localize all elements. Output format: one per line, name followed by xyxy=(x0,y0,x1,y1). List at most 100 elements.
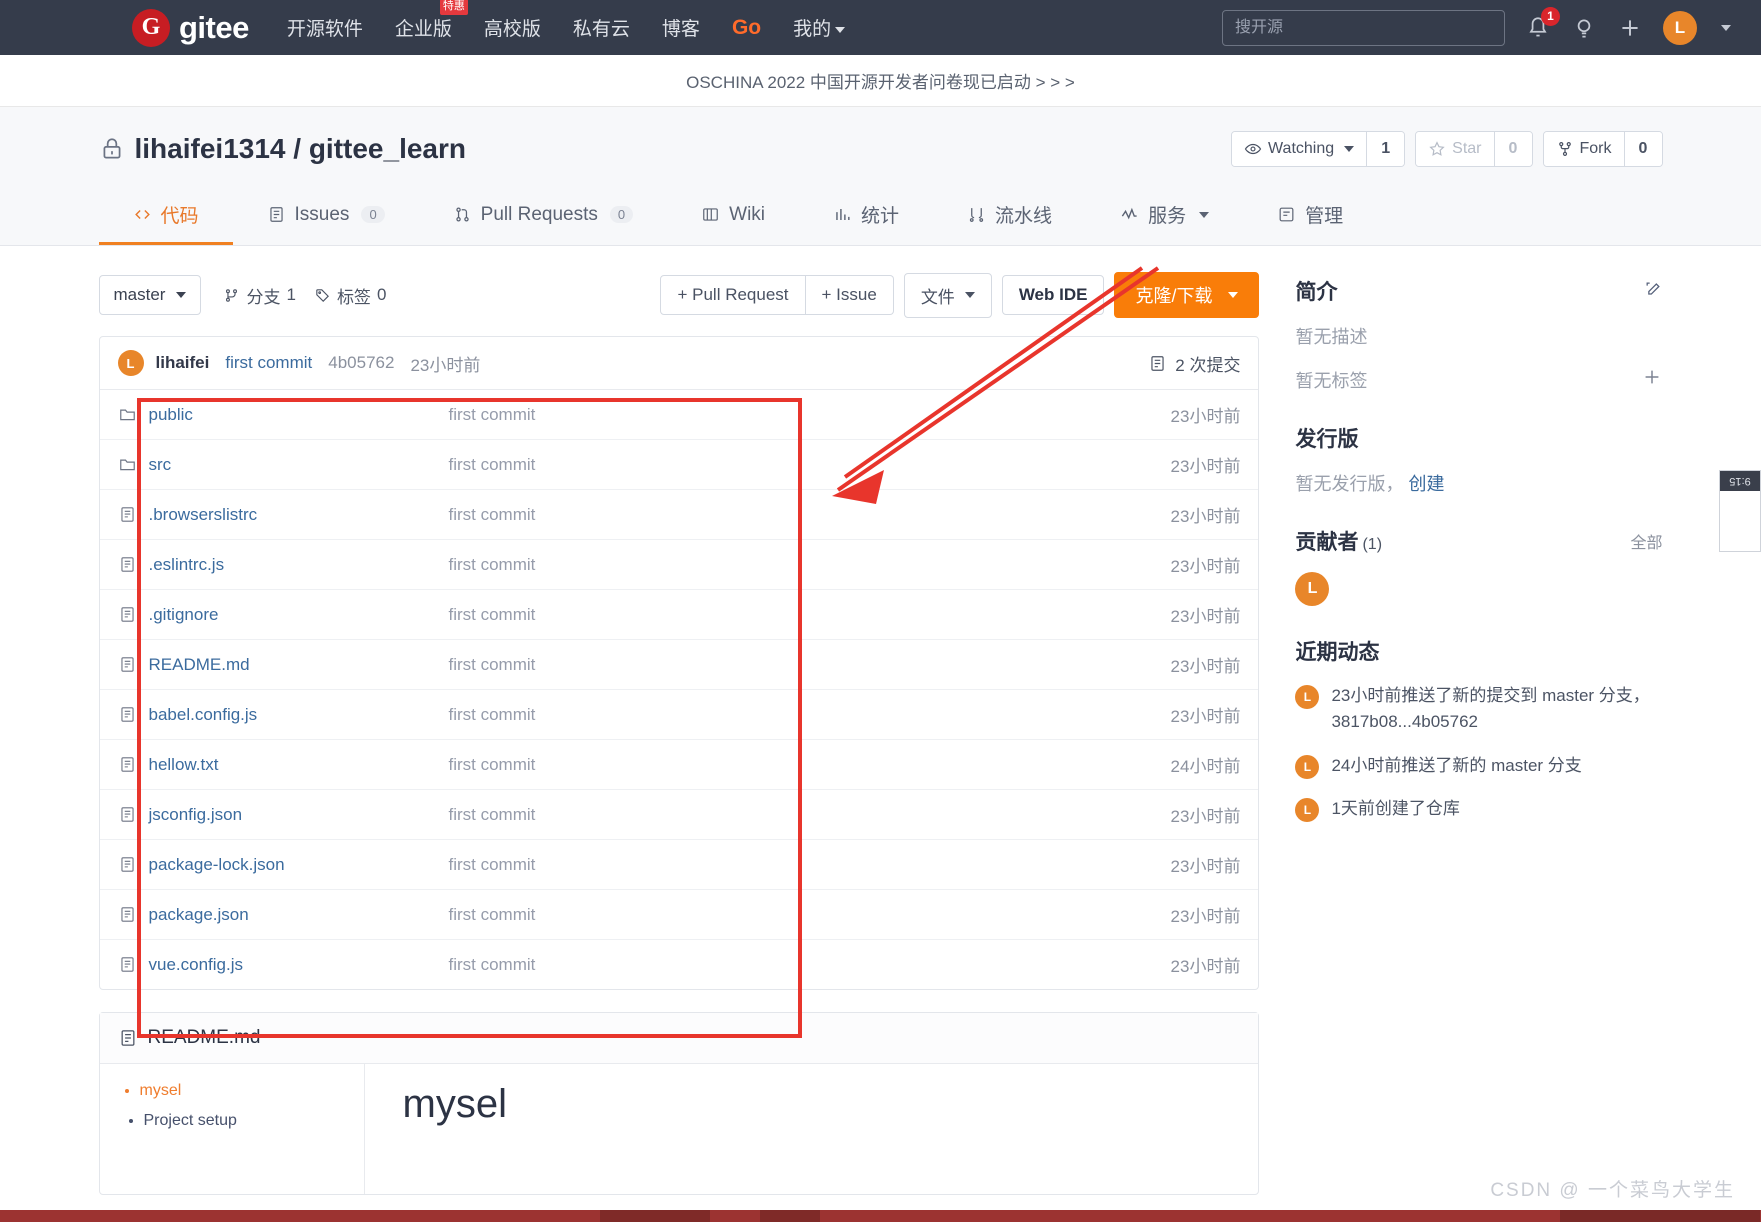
create-release-link[interactable]: 创建 xyxy=(1408,474,1444,494)
file-commit-message[interactable]: first commit xyxy=(449,805,1121,825)
tab-statistics[interactable]: 统计 xyxy=(799,189,933,245)
branch-tag-stats: 分支 1 标签 0 xyxy=(223,283,386,308)
table-row: .gitignore first commit 23小时前 xyxy=(99,590,1259,640)
tab-pull-requests[interactable]: Pull Requests 0 xyxy=(419,189,667,245)
promo-banner[interactable]: OSCHINA 2022 中国开源开发者问卷现已启动 > > > xyxy=(0,55,1761,107)
activity-avatar[interactable]: L xyxy=(1295,754,1320,779)
file-modified-time: 23小时前 xyxy=(1170,607,1241,626)
file-name-link[interactable]: src xyxy=(149,455,449,475)
taskbar-item[interactable] xyxy=(600,1210,710,1222)
no-tags-text: 暂无标签 xyxy=(1295,370,1368,391)
activity-avatar[interactable]: L xyxy=(1295,798,1320,823)
fork-button[interactable]: Fork xyxy=(1543,132,1624,166)
files-dropdown-button[interactable]: 文件 xyxy=(903,272,992,318)
table-row: .eslintrc.js first commit 23小时前 xyxy=(99,540,1259,590)
taskbar-item[interactable] xyxy=(760,1210,820,1222)
commit-history-link[interactable]: 2 次提交 xyxy=(1148,351,1240,376)
add-tag-icon[interactable] xyxy=(1641,366,1663,393)
floating-preview-widget[interactable]: 9:15 xyxy=(1719,470,1761,552)
chevron-down-icon xyxy=(964,292,975,298)
tab-count: 0 xyxy=(609,206,634,223)
file-name-link[interactable]: hellow.txt xyxy=(149,755,449,775)
branch-selector[interactable]: master xyxy=(98,275,202,315)
intro-title: 简介 xyxy=(1295,281,1338,304)
file-commit-message[interactable]: first commit xyxy=(449,405,1121,425)
fork-count[interactable]: 0 xyxy=(1623,132,1662,166)
user-avatar[interactable]: L xyxy=(1663,10,1697,45)
star-button[interactable]: Star xyxy=(1416,132,1494,166)
new-pull-request-button[interactable]: + Pull Request xyxy=(660,275,806,315)
web-ide-button[interactable]: Web IDE xyxy=(1001,275,1105,315)
notifications-button[interactable]: 1 xyxy=(1525,6,1560,41)
folder-icon xyxy=(118,405,137,424)
nav-link-go[interactable]: Go xyxy=(732,16,761,40)
file-name-link[interactable]: .gitignore xyxy=(149,605,449,625)
gitee-logo-text: gitee xyxy=(179,9,249,45)
latest-commit-bar: L lihaifei first commit 4b05762 23小时前 2 … xyxy=(99,337,1259,390)
file-commit-message[interactable]: first commit xyxy=(449,755,1121,775)
activity-avatar[interactable]: L xyxy=(1295,685,1320,709)
tab-pipeline[interactable]: 流水线 xyxy=(933,189,1086,245)
repo-name[interactable]: gittee_learn xyxy=(309,133,466,164)
tab-label: Pull Requests xyxy=(480,203,598,225)
edit-intro-icon[interactable] xyxy=(1643,279,1663,304)
watch-count[interactable]: 1 xyxy=(1366,132,1405,166)
branches-link[interactable]: 分支 1 xyxy=(223,283,296,308)
nav-link-opensource[interactable]: 开源软件 xyxy=(287,14,363,41)
file-commit-message[interactable]: first commit xyxy=(449,705,1121,725)
toc-item-level1[interactable]: mysel xyxy=(140,1082,342,1100)
file-commit-message[interactable]: first commit xyxy=(449,555,1121,575)
file-name-link[interactable]: package.json xyxy=(149,905,449,925)
new-issue-button[interactable]: + Issue xyxy=(805,275,894,315)
tab-issues[interactable]: Issues 0 xyxy=(233,189,419,245)
tab-services[interactable]: 服务 xyxy=(1086,189,1243,245)
repo-owner[interactable]: lihaifei1314 xyxy=(135,133,286,164)
watch-button[interactable]: Watching xyxy=(1232,132,1367,166)
file-commit-message[interactable]: first commit xyxy=(449,955,1121,975)
user-menu-chevron-icon[interactable] xyxy=(1721,24,1731,31)
file-modified-time: 23小时前 xyxy=(1170,857,1241,876)
nav-link-mine[interactable]: 我的 xyxy=(793,14,846,41)
nav-label: 我的 xyxy=(793,19,832,40)
gitee-logo[interactable]: G gitee xyxy=(132,8,249,47)
nav-link-blog[interactable]: 博客 xyxy=(662,14,700,41)
primary-nav-links: 开源软件 企业版 特惠 高校版 私有云 博客 Go 我的 xyxy=(287,0,846,41)
file-commit-message[interactable]: first commit xyxy=(449,905,1121,925)
taskbar-item[interactable] xyxy=(1560,1210,1760,1222)
contributors-count: (1) xyxy=(1362,536,1383,553)
file-name-link[interactable]: jsconfig.json xyxy=(149,805,449,825)
file-commit-message[interactable]: first commit xyxy=(449,605,1121,625)
star-count[interactable]: 0 xyxy=(1493,132,1532,166)
nav-link-enterprise[interactable]: 企业版 特惠 xyxy=(395,0,468,41)
sidebar-section-releases: 发行版 暂无发行版， 创建 xyxy=(1295,423,1662,496)
toc-label: mysel xyxy=(139,1082,182,1099)
contributors-all-link[interactable]: 全部 xyxy=(1630,529,1662,553)
commit-sha[interactable]: 4b05762 xyxy=(328,353,394,373)
file-icon xyxy=(118,955,137,974)
contributor-avatar[interactable]: L xyxy=(1295,572,1330,606)
file-name-link[interactable]: package-lock.json xyxy=(149,855,449,875)
file-name-link[interactable]: vue.config.js xyxy=(149,955,449,975)
nav-link-private-cloud[interactable]: 私有云 xyxy=(573,14,630,41)
tab-code[interactable]: 代码 xyxy=(98,189,233,245)
file-commit-message[interactable]: first commit xyxy=(449,455,1121,475)
commit-author-name[interactable]: lihaifei xyxy=(156,353,210,373)
idea-lightbulb-button[interactable] xyxy=(1571,15,1597,41)
search-input[interactable] xyxy=(1222,9,1505,46)
file-name-link[interactable]: .browserslistrc xyxy=(149,505,449,525)
file-name-link[interactable]: .eslintrc.js xyxy=(149,555,449,575)
commit-message[interactable]: first commit xyxy=(225,353,312,373)
add-new-button[interactable] xyxy=(1617,15,1643,41)
file-name-link[interactable]: README.md xyxy=(149,655,449,675)
clone-download-button[interactable]: 克隆/下载 xyxy=(1114,272,1260,318)
tags-link[interactable]: 标签 0 xyxy=(314,283,386,308)
toc-item-level2[interactable]: Project setup xyxy=(144,1112,342,1130)
file-name-link[interactable]: public xyxy=(149,405,449,425)
file-commit-message[interactable]: first commit xyxy=(449,655,1121,675)
tab-manage[interactable]: 管理 xyxy=(1243,189,1377,245)
file-commit-message[interactable]: first commit xyxy=(449,855,1121,875)
tab-wiki[interactable]: Wiki xyxy=(667,189,799,245)
nav-link-university[interactable]: 高校版 xyxy=(484,14,541,41)
file-commit-message[interactable]: first commit xyxy=(449,505,1121,525)
file-name-link[interactable]: babel.config.js xyxy=(149,705,449,725)
